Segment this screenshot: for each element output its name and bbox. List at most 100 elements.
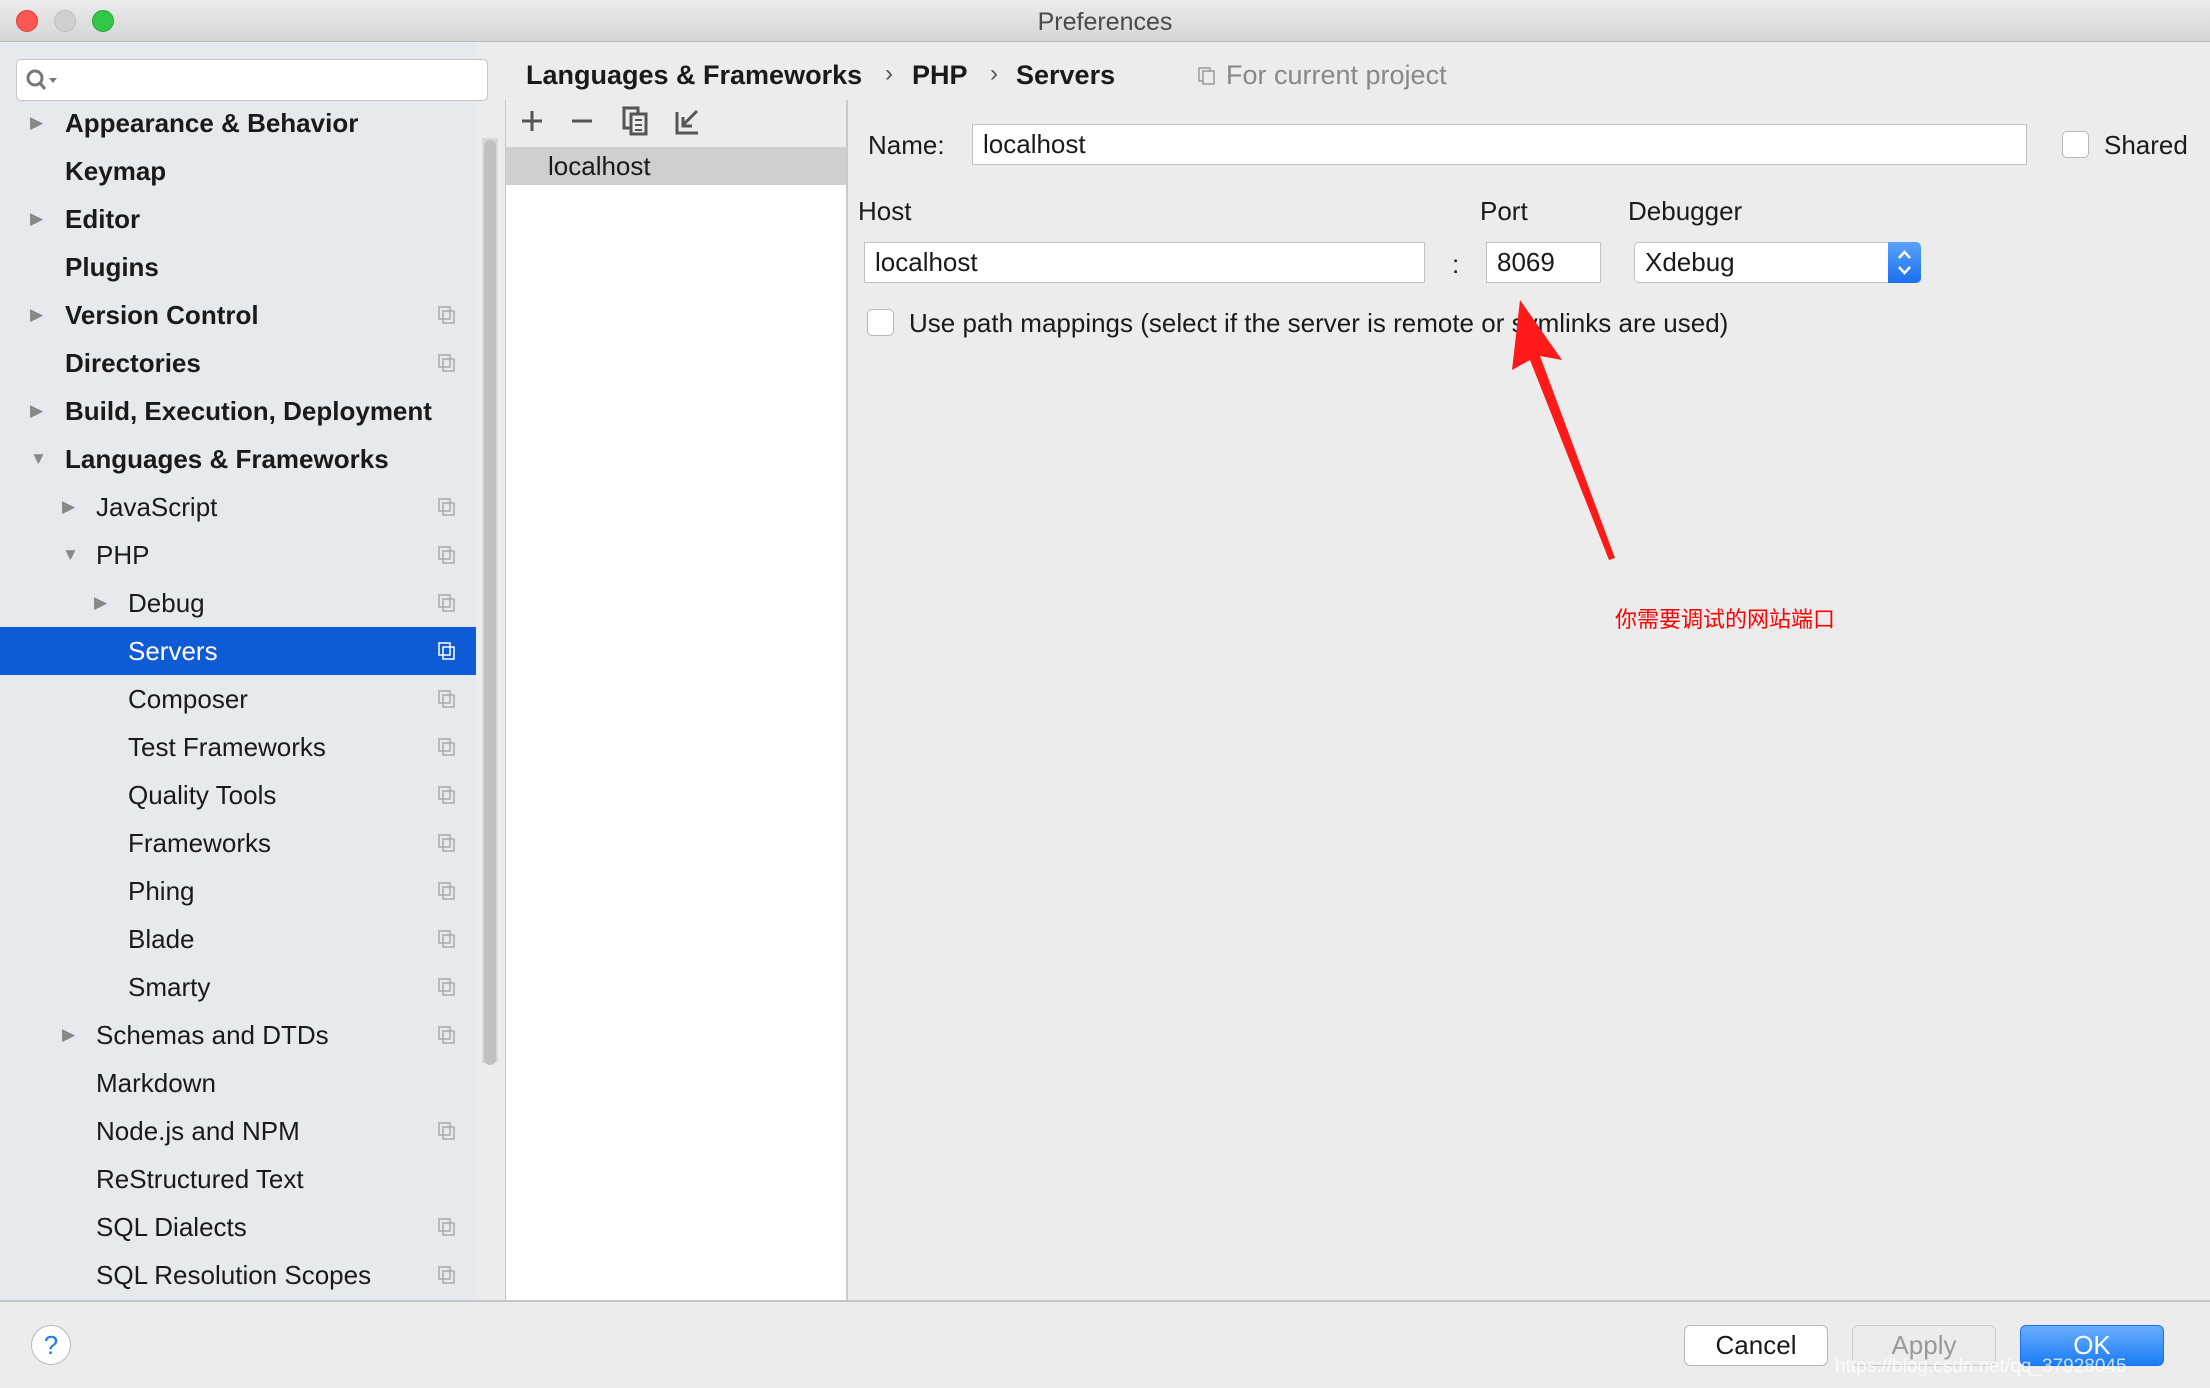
name-label: Name: (868, 130, 945, 160)
path-mappings-checkbox[interactable] (867, 309, 894, 336)
port-input[interactable]: 8069 (1486, 242, 1601, 283)
sidebar-item[interactable]: Keymap (0, 147, 476, 195)
sidebar-item[interactable]: Test Frameworks (0, 723, 476, 771)
port-label: Port (1480, 196, 1528, 226)
debugger-label: Debugger (1628, 196, 1743, 226)
sidebar-item-label: PHP (96, 540, 150, 570)
project-scope-icon (438, 1218, 455, 1236)
cancel-button[interactable]: Cancel (1684, 1325, 1828, 1366)
sidebar-item-label: Version Control (65, 300, 259, 330)
host-input[interactable]: localhost (864, 242, 1425, 283)
breadcrumb-languages-frameworks: Languages & Frameworks (526, 60, 863, 90)
sidebar-item[interactable]: ▶ Version Control (0, 291, 476, 339)
sidebar-item[interactable]: Smarty (0, 963, 476, 1011)
sidebar-item-label: Frameworks (128, 828, 272, 858)
sidebar-item[interactable]: ▼ PHP (0, 531, 476, 579)
host-label: Host (858, 196, 912, 226)
sidebar-item[interactable]: Frameworks (0, 819, 476, 867)
sidebar-scrollbar-thumb[interactable] (484, 140, 496, 1065)
select-arrows-icon (1888, 242, 1921, 283)
sidebar-item[interactable]: SQL Resolution Scopes (0, 1251, 476, 1299)
sidebar-item-label: Appearance & Behavior (65, 108, 359, 138)
sidebar-item[interactable]: ▶ Build, Execution, Deployment (0, 387, 476, 435)
sidebar-item[interactable]: Plugins (0, 243, 476, 291)
project-scope-icon (438, 738, 455, 756)
help-button[interactable]: ? (31, 1325, 71, 1365)
sidebar-item[interactable]: ▶ Debug (0, 579, 476, 627)
project-scope-icon (438, 642, 455, 660)
chevron-right-icon[interactable]: ▶ (30, 99, 43, 147)
chevron-right-icon[interactable]: ▶ (30, 291, 43, 339)
import-icon[interactable] (674, 106, 702, 136)
chevron-down-icon[interactable]: ▼ (62, 531, 79, 579)
sidebar-item-label: Markdown (96, 1068, 216, 1098)
breadcrumb-separator: › (885, 60, 893, 87)
project-scope-icon (438, 834, 455, 852)
chevron-right-icon[interactable]: ▶ (62, 1011, 75, 1059)
footer-divider (0, 1300, 2210, 1302)
project-scope-icon (1198, 67, 1215, 85)
sidebar-item-label: Editor (65, 204, 141, 234)
title-bar: Preferences (0, 0, 2210, 42)
sidebar-item-label: Composer (128, 684, 248, 714)
sidebar-item[interactable]: Node.js and NPM (0, 1107, 476, 1155)
copy-icon[interactable] (622, 106, 650, 136)
sidebar-item[interactable]: ▶ Editor (0, 195, 476, 243)
sidebar-item-label: Schemas and DTDs (96, 1020, 329, 1050)
sidebar-item-label: Plugins (65, 252, 159, 282)
breadcrumb-servers: Servers (1016, 60, 1116, 90)
sidebar-item-label: SQL Dialects (96, 1212, 247, 1242)
sidebar-item-label: JavaScript (96, 492, 218, 522)
project-scope-icon (438, 594, 455, 612)
sidebar-item[interactable]: Blade (0, 915, 476, 963)
project-scope-icon (438, 1122, 455, 1140)
project-scope-icon (438, 930, 455, 948)
sidebar-item[interactable]: ▶ JavaScript (0, 483, 476, 531)
sidebar-item-label: SQL Resolution Scopes (96, 1260, 372, 1290)
chevron-right-icon[interactable]: ▶ (94, 579, 107, 627)
project-scope-icon (438, 690, 455, 708)
sidebar-item-label: Quality Tools (128, 780, 277, 810)
debugger-value: Xdebug (1645, 247, 1735, 277)
project-scope-icon (438, 498, 455, 516)
sidebar-item-label: Languages & Frameworks (65, 444, 389, 474)
chevron-down-icon[interactable]: ▼ (30, 435, 47, 483)
annotation-text: 你需要调试的网站端口 (1615, 607, 1836, 632)
chevron-right-icon[interactable]: ▶ (30, 387, 43, 435)
sidebar-item[interactable]: Markdown (0, 1059, 476, 1107)
project-scope-icon (438, 354, 455, 372)
breadcrumb-separator: › (990, 60, 998, 87)
window-title: Preferences (1037, 8, 1173, 36)
sidebar-item[interactable]: Composer (0, 675, 476, 723)
sidebar-item[interactable]: Phing (0, 867, 476, 915)
debugger-select[interactable]: Xdebug (1634, 242, 1921, 283)
project-scope-icon (438, 1266, 455, 1284)
server-list-item[interactable]: localhost (506, 147, 846, 185)
sidebar-item[interactable]: Quality Tools (0, 771, 476, 819)
host-port-separator: : (1452, 249, 1460, 279)
search-icon (26, 69, 57, 90)
server-list (506, 147, 846, 1300)
sidebar-item[interactable]: ▼ Languages & Frameworks (0, 435, 476, 483)
sidebar-item-label: Keymap (65, 156, 167, 186)
shared-label: Shared (2104, 130, 2188, 160)
name-input[interactable]: localhost (972, 124, 2027, 165)
sidebar-item[interactable]: Servers (0, 627, 476, 675)
watermark: https://blog.csdn.net/qq_37928045 (1835, 1356, 2127, 1377)
add-icon[interactable] (520, 108, 544, 134)
sidebar-item[interactable]: Directories (0, 339, 476, 387)
project-scope-icon (438, 546, 455, 564)
scope-label: For current project (1226, 60, 1447, 90)
sidebar-item[interactable]: ▶ Appearance & Behavior (0, 99, 476, 147)
sidebar-item[interactable]: ReStructured Text (0, 1155, 476, 1203)
search-input[interactable] (16, 59, 488, 101)
sidebar-item-label: ReStructured Text (96, 1164, 304, 1194)
shared-checkbox[interactable] (2062, 131, 2089, 158)
remove-icon[interactable] (570, 108, 594, 134)
sidebar-item-label: Blade (128, 924, 195, 954)
sidebar-item[interactable]: SQL Dialects (0, 1203, 476, 1251)
sidebar-item-label: Debug (128, 588, 205, 618)
chevron-right-icon[interactable]: ▶ (62, 483, 75, 531)
sidebar-item[interactable]: ▶ Schemas and DTDs (0, 1011, 476, 1059)
chevron-right-icon[interactable]: ▶ (30, 195, 43, 243)
